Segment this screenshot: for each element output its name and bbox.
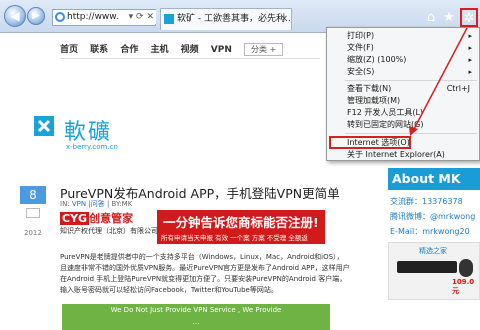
- product-caption: 精选之家: [419, 247, 447, 255]
- nav-divider: [60, 58, 320, 59]
- nav-video[interactable]: 视频: [181, 45, 199, 55]
- ad-brand-box: CYG: [60, 212, 90, 225]
- post-day: 8: [20, 186, 46, 204]
- submenu-arrow-icon: ▸: [468, 32, 472, 40]
- tools-menu: 打印(P) ▸ 文件(F) ▸ 缩放(Z) (100%) ▸ 安全(S) ▸ 查看下载(…: [326, 27, 480, 161]
- nav-partner[interactable]: 合作: [120, 45, 138, 55]
- ad-org: 知识产权代理（北京）有限公司: [60, 227, 158, 235]
- nav-home[interactable]: 首页: [60, 45, 78, 55]
- site-logo-url: x-berry.com.cn: [66, 143, 118, 151]
- banner-line-1: We Do Not Just Provide VPN Service , We …: [110, 306, 282, 314]
- keyboard-icon: [397, 261, 457, 273]
- address-bar-tools[interactable]: ▾ ⟳ ✕: [118, 10, 156, 24]
- menu-item-label: 查看下载(N): [347, 84, 392, 93]
- menu-item-label: 打印(P): [347, 31, 375, 40]
- favorites-star-icon[interactable]: ★: [442, 11, 456, 25]
- ad-brand-name: CYG 创意管家: [60, 210, 133, 226]
- site-nav: 首页 联系 合作 主机 视频 VPN 分类 +: [60, 42, 292, 56]
- about-qq: 交流群：13376378: [390, 197, 463, 206]
- menu-item-label: 缩放(Z) (100%): [347, 55, 407, 64]
- about-weibo[interactable]: 腾讯微博：@mrkwong: [390, 211, 475, 222]
- mouse-icon: [459, 259, 473, 277]
- forward-icon: ▶: [32, 10, 40, 21]
- article-body: PureVPN是老牌提供者中的一个支持多平台（Windows，Linux，Mac…: [60, 253, 350, 294]
- comment-icon: [26, 208, 40, 218]
- menu-item-label: 关于 Internet Explorer(A): [347, 150, 445, 159]
- nav-contact[interactable]: 联系: [90, 45, 108, 55]
- about-email[interactable]: E-Mail：mrkwong20: [390, 226, 470, 237]
- submenu-arrow-icon: ▸: [468, 68, 472, 76]
- nav-vpn[interactable]: VPN: [211, 45, 232, 55]
- menu-item-safety[interactable]: 安全(S) ▸: [328, 66, 478, 78]
- ad-banner[interactable]: 一分钟告诉您商标能否注册! 所有申请当天申报 有效 一个案 方案 不受理 全额返: [157, 210, 325, 244]
- submenu-arrow-icon: ▸: [468, 44, 472, 52]
- meta-tag-link[interactable]: 问答: [91, 200, 107, 208]
- menu-separator: [345, 133, 477, 134]
- ad-subtext: 所有申请当天申报 有效 一个案 方案 不受理 全额返: [161, 234, 308, 242]
- category-dropdown[interactable]: 分类 +: [244, 43, 284, 56]
- site-logo-text[interactable]: 軟礦: [64, 114, 112, 146]
- home-icon[interactable]: ⌂: [424, 11, 438, 25]
- about-heading: About MK: [388, 168, 480, 190]
- menu-item-pinned-sites[interactable]: 转到已固定的网站(G): [328, 119, 478, 131]
- menu-item-view-downloads[interactable]: 查看下载(N) Ctrl+J: [328, 83, 478, 95]
- post-year: 2012: [24, 229, 42, 237]
- gear-highlight-box: [460, 8, 478, 27]
- banner-line-2: ...: [192, 318, 200, 326]
- meta-author: | BY:MK: [106, 200, 133, 208]
- meta-in: IN:: [60, 200, 72, 208]
- meta-category-link[interactable]: VPN: [72, 200, 86, 208]
- menu-item-label: 转到已固定的网站(G): [347, 120, 424, 129]
- menu-item-label: 安全(S): [347, 67, 375, 76]
- internet-options-highlight-box: [329, 136, 411, 149]
- menu-item-file[interactable]: 文件(F) ▸: [328, 42, 478, 54]
- article-meta: IN: VPN |问答 | BY:MK: [60, 199, 132, 209]
- back-button[interactable]: ◀: [4, 5, 26, 27]
- browser-window: ◀ ▶ http://www.x-be... ▾ ⟳ ✕ 软矿 - 工欲善其事，…: [0, 0, 480, 330]
- menu-item-label: 管理加载项(M): [347, 96, 401, 105]
- menu-item-label: F12 开发人员工具(L): [347, 108, 424, 117]
- ad-brand[interactable]: CYG 创意管家 知识产权代理（北京）有限公司: [60, 210, 158, 244]
- tab-title: 软矿 - 工欲善其事，必先利...: [177, 14, 292, 24]
- article-banner-image: We Do Not Just Provide VPN Service , We …: [62, 304, 330, 330]
- menu-item-label: 文件(F): [347, 43, 374, 52]
- site-logo-icon[interactable]: [34, 116, 54, 136]
- nav-hosting[interactable]: 主机: [150, 45, 168, 55]
- ie-logo-icon: [55, 12, 65, 22]
- menu-item-manage-addons[interactable]: 管理加载项(M): [328, 95, 478, 107]
- forward-button[interactable]: ▶: [27, 7, 45, 25]
- menu-separator: [345, 80, 477, 81]
- site-favicon-icon: [164, 14, 174, 24]
- submenu-arrow-icon: ▸: [468, 56, 472, 64]
- menu-item-zoom[interactable]: 缩放(Z) (100%) ▸: [328, 54, 478, 66]
- browser-tab[interactable]: 软矿 - 工欲善其事，必先利... ×: [160, 8, 292, 30]
- menu-item-about-ie[interactable]: 关于 Internet Explorer(A): [328, 149, 478, 161]
- product-price: 109.0元: [452, 278, 475, 295]
- menu-item-print[interactable]: 打印(P) ▸: [328, 30, 478, 42]
- menu-item-dev-tools[interactable]: F12 开发人员工具(L): [328, 107, 478, 119]
- back-icon: ◀: [10, 9, 20, 23]
- menu-shortcut: Ctrl+J: [446, 84, 470, 93]
- tab-close-button[interactable]: ×: [280, 9, 288, 29]
- ad-brand-rest: 创意管家: [89, 212, 134, 225]
- ad-headline: 一分钟告诉您商标能否注册!: [163, 215, 319, 230]
